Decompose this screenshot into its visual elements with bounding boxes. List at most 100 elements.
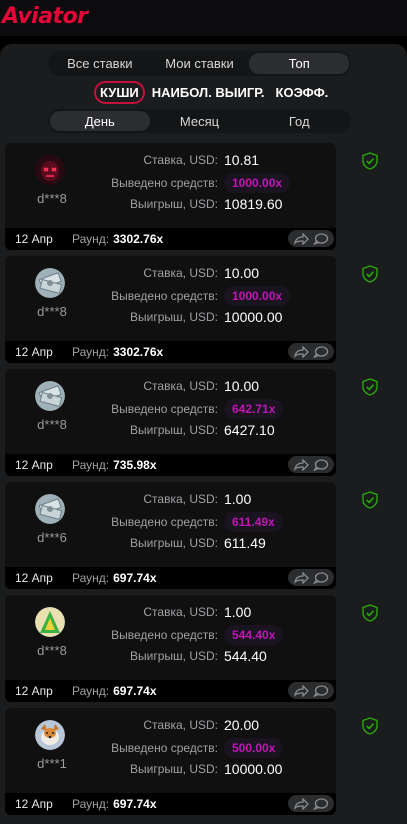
money-avatar <box>35 494 65 524</box>
bet-label: Ставка, USD: <box>143 718 218 732</box>
money-avatar <box>35 268 65 298</box>
username: d***6 <box>37 530 67 545</box>
card-actions <box>288 795 334 812</box>
top-bar: Aviator <box>0 0 407 36</box>
bets-tabs: Все ставки Мои ставки Топ <box>48 51 351 76</box>
win-label: Выигрыш, USD: <box>130 423 218 437</box>
round-label: Раунд: <box>72 797 110 811</box>
username: d***8 <box>37 417 67 432</box>
cashout-label: Выведено средств: <box>111 289 218 303</box>
share-icon[interactable] <box>293 571 309 584</box>
card-footer: 12 Апр Раунд: 735.98x <box>5 454 336 476</box>
subtab-multipliers[interactable]: КОЭФФ. <box>272 82 333 103</box>
provably-fair-check-icon[interactable] <box>362 265 378 283</box>
round-label: Раунд: <box>72 345 110 359</box>
tab-top[interactable]: Топ <box>249 53 350 74</box>
cashout-multiplier: 1000.00x <box>224 173 291 193</box>
win-label: Выигрыш, USD: <box>130 649 218 663</box>
bet-date: 12 Апр <box>15 232 53 246</box>
win-value: 544.40 <box>224 648 267 664</box>
chat-icon[interactable] <box>313 345 329 358</box>
cashout-multiplier: 642.71x <box>224 399 284 419</box>
cashout-multiplier: 1000.00x <box>224 286 291 306</box>
bet-date: 12 Апр <box>15 571 53 585</box>
share-icon[interactable] <box>293 797 309 810</box>
win-label: Выигрыш, USD: <box>130 536 218 550</box>
provably-fair-check-icon[interactable] <box>362 378 378 396</box>
bet-card: d***8 Ставка, USD: 10.81 Выведено средст… <box>5 143 336 250</box>
share-icon[interactable] <box>293 684 309 697</box>
green-a-avatar <box>35 607 65 637</box>
tab-all-bets[interactable]: Все ставки <box>50 53 150 74</box>
cashout-label: Выведено средств: <box>111 741 218 755</box>
share-icon[interactable] <box>293 345 309 358</box>
bet-label: Ставка, USD: <box>143 605 218 619</box>
red-mask-avatar <box>35 155 65 185</box>
card-footer: 12 Апр Раунд: 3302.76x <box>5 228 336 250</box>
chat-icon[interactable] <box>313 797 329 810</box>
win-value: 611.49 <box>224 535 266 551</box>
share-icon[interactable] <box>293 458 309 471</box>
provably-fair-check-icon[interactable] <box>362 491 378 509</box>
card-actions <box>288 230 334 247</box>
bet-label: Ставка, USD: <box>143 153 218 167</box>
bet-value: 20.00 <box>224 717 260 733</box>
money-avatar <box>35 381 65 411</box>
bets-panel: Все ставки Мои ставки Топ КУШИ НАИБОЛ. В… <box>0 44 407 824</box>
share-icon[interactable] <box>293 232 309 245</box>
win-value: 10000.00 <box>224 761 283 777</box>
subtab-huge-wins[interactable]: КУШИ <box>94 81 145 104</box>
card-actions <box>288 343 334 360</box>
bet-value: 10.00 <box>224 265 260 281</box>
round-label: Раунд: <box>72 571 110 585</box>
win-value: 10819.60 <box>224 196 283 212</box>
win-label: Выигрыш, USD: <box>130 197 218 211</box>
card-footer: 12 Апр Раунд: 697.74x <box>5 567 336 589</box>
username: d***8 <box>37 643 67 658</box>
bet-value: 1.00 <box>224 604 252 620</box>
bet-card: d***8 Ставка, USD: 1.00 Выведено средств… <box>5 595 336 702</box>
tab-my-bets[interactable]: Мои ставки <box>150 53 250 74</box>
card-footer: 12 Апр Раунд: 3302.76x <box>5 341 336 363</box>
card-footer: 12 Апр Раунд: 697.74x <box>5 680 336 702</box>
period-day[interactable]: День <box>50 111 150 131</box>
top-subtabs: КУШИ НАИБОЛ. ВЫИГР. КОЭФФ. <box>94 81 332 104</box>
bet-label: Ставка, USD: <box>143 492 218 506</box>
bet-value: 10.81 <box>224 152 260 168</box>
chat-icon[interactable] <box>313 232 329 245</box>
bet-date: 12 Апр <box>15 797 53 811</box>
bet-date: 12 Апр <box>15 458 53 472</box>
card-actions <box>288 682 334 699</box>
cashout-label: Выведено средств: <box>111 628 218 642</box>
period-year[interactable]: Год <box>249 111 349 131</box>
chat-icon[interactable] <box>313 571 329 584</box>
bet-card: d***8 Ставка, USD: 10.00 Выведено средст… <box>5 256 336 363</box>
round-multiplier: 735.98x <box>113 458 157 472</box>
round-label: Раунд: <box>72 684 110 698</box>
cashout-multiplier: 500.00x <box>224 738 284 758</box>
bet-date: 12 Апр <box>15 345 53 359</box>
bet-value: 1.00 <box>224 491 252 507</box>
aviator-logo[interactable]: Aviator <box>2 4 88 29</box>
round-multiplier: 697.74x <box>113 797 157 811</box>
cashout-label: Выведено средств: <box>111 515 218 529</box>
bet-card: d***8 Ставка, USD: 10.00 Выведено средст… <box>5 369 336 476</box>
win-value: 10000.00 <box>224 309 283 325</box>
round-multiplier: 697.74x <box>113 684 157 698</box>
card-actions <box>288 456 334 473</box>
win-value: 6427.10 <box>224 422 275 438</box>
win-label: Выигрыш, USD: <box>130 762 218 776</box>
chat-icon[interactable] <box>313 684 329 697</box>
provably-fair-check-icon[interactable] <box>362 604 378 622</box>
subtab-biggest-wins[interactable]: НАИБОЛ. ВЫИГР. <box>148 82 269 103</box>
round-label: Раунд: <box>72 458 110 472</box>
bet-date: 12 Апр <box>15 684 53 698</box>
username: d***8 <box>37 191 67 206</box>
period-month[interactable]: Месяц <box>150 111 250 131</box>
win-label: Выигрыш, USD: <box>130 310 218 324</box>
provably-fair-check-icon[interactable] <box>362 717 378 735</box>
provably-fair-check-icon[interactable] <box>362 152 378 170</box>
bet-label: Ставка, USD: <box>143 379 218 393</box>
username: d***8 <box>37 304 67 319</box>
chat-icon[interactable] <box>313 458 329 471</box>
